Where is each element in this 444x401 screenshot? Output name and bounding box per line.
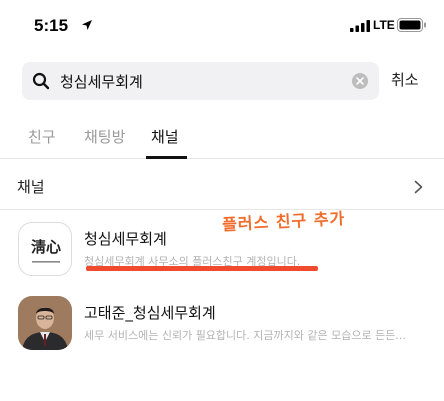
location-arrow-icon <box>82 20 92 30</box>
annotation-underline <box>86 266 318 271</box>
search-box[interactable] <box>22 62 379 100</box>
channel-name: 청심세무회계 <box>84 230 167 248</box>
search-icon <box>32 72 50 90</box>
chevron-right-icon <box>414 180 423 194</box>
clear-search-icon[interactable] <box>351 72 369 90</box>
search-tabs: 친구 채팅방 채널 <box>0 118 444 159</box>
status-bar: 5:15 LTE <box>0 0 444 52</box>
network-type: LTE <box>373 18 395 32</box>
battery-icon <box>397 18 426 32</box>
channel-result-item[interactable]: 고태준_청심세무회계 세무 서비스에는 신뢰가 필요합니다. 지금까지와 같은 … <box>0 296 444 362</box>
person-photo-avatar <box>18 296 72 350</box>
person-photo-image <box>18 296 72 350</box>
cancel-button[interactable]: 취소 <box>391 69 419 90</box>
cellular-signal-icon <box>350 20 370 32</box>
status-time: 5:15 <box>34 16 69 35</box>
channel-logo-image: 淸心 <box>31 238 61 263</box>
channel-name: 고태준_청심세무회계 <box>84 304 216 322</box>
channel-logo-avatar: 淸心 <box>18 222 72 276</box>
logo-text: 淸心 <box>31 238 61 256</box>
section-title: 채널 <box>17 178 45 196</box>
tab-friends[interactable]: 친구 <box>28 126 56 147</box>
tab-chatrooms[interactable]: 채팅방 <box>84 126 125 147</box>
active-tab-indicator <box>146 156 187 159</box>
search-input[interactable] <box>60 62 345 100</box>
channel-description: 세무 서비스에는 신뢰가 필요합니다. 지금까지와 같은 모습으로 든든... <box>84 329 406 342</box>
tab-channels[interactable]: 채널 <box>151 126 179 147</box>
channel-section-header[interactable]: 채널 <box>0 162 444 210</box>
